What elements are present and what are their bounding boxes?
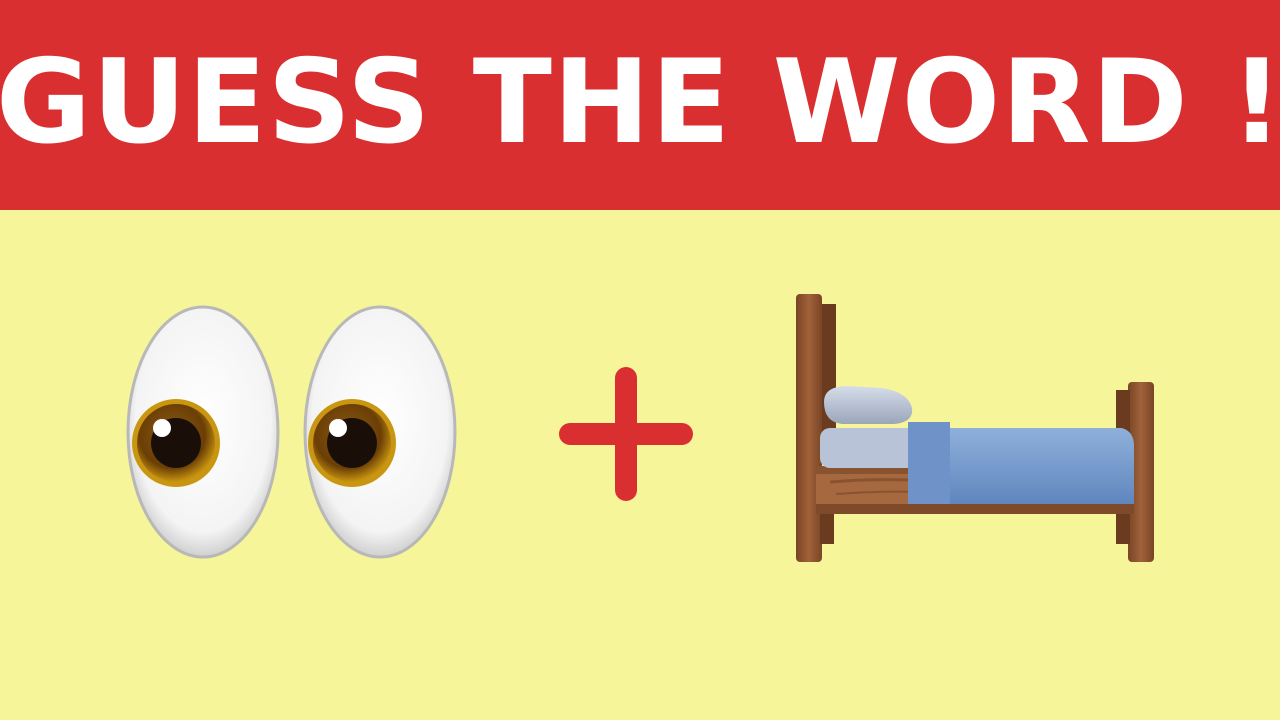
eyes-emoji-icon — [118, 300, 463, 565]
bed-emoji-icon — [790, 290, 1162, 568]
title-banner: GUESS THE WORD ! — [0, 0, 1280, 210]
plus-icon — [558, 366, 694, 502]
game-screen: GUESS THE WORD ! — [0, 0, 1280, 720]
page-title: GUESS THE WORD ! — [0, 35, 1280, 170]
